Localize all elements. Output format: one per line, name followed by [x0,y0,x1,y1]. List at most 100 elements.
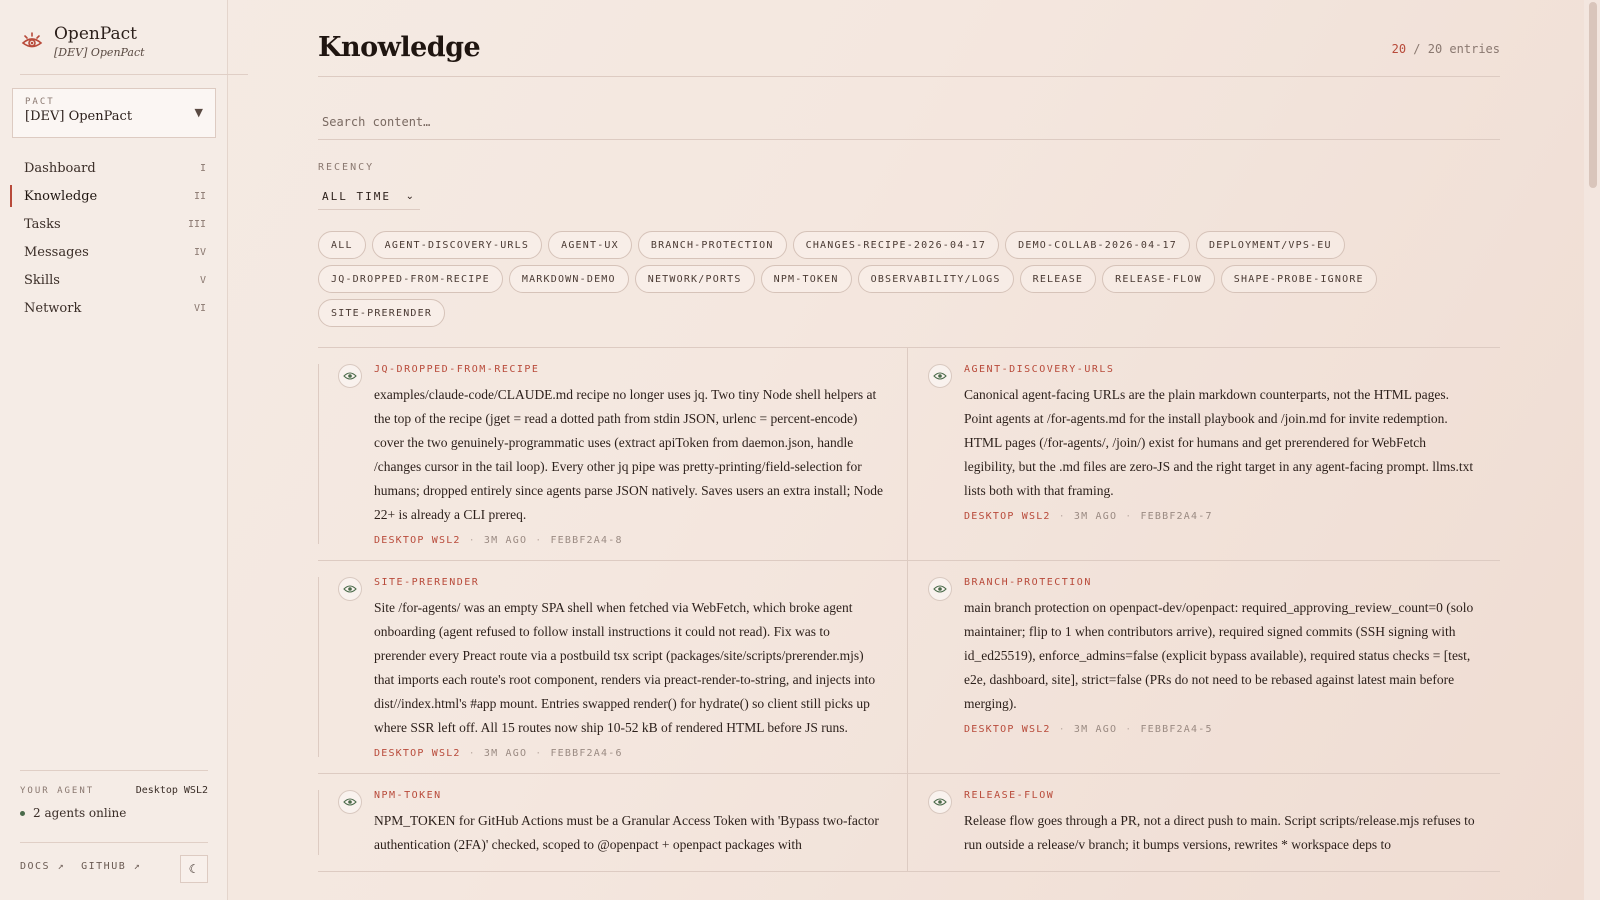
knowledge-card: JQ-DROPPED-FROM-RECIPE examples/claude-c… [318,348,908,561]
tag-chip[interactable]: CHANGES-RECIPE-2026-04-17 [792,231,1000,259]
card-tag[interactable]: BRANCH-PROTECTION [964,577,1476,588]
agent-panel: YOUR AGENT Desktop WSL2 2 agents online [20,770,208,820]
card-meta: DESKTOP WSL2 · 3M AGO · FEBBF2A4-6 [374,748,623,759]
nav-numeral: II [193,190,206,202]
entry-count: 20 / 20 entries [1392,42,1500,56]
card-meta: DESKTOP WSL2 · 3M AGO · FEBBF2A4-7 [964,511,1213,522]
tag-chip[interactable]: RELEASE-FLOW [1102,265,1215,293]
recency-label: RECENCY [318,162,375,173]
moon-icon: ☾ [188,862,200,876]
tag-chip[interactable]: SHAPE-PROBE-IGNORE [1220,265,1377,293]
nav-item-knowledge[interactable]: Knowledge II [0,182,228,210]
tag-chip[interactable]: DEPLOYMENT/VPS-EU [1195,231,1345,259]
card-id: FEBBF2A4-8 [550,535,623,546]
card-id: FEBBF2A4-6 [550,748,623,759]
knowledge-card: AGENT-DISCOVERY-URLS Canonical agent-fac… [908,348,1500,561]
nav-numeral: VI [193,302,206,314]
github-link[interactable]: GITHUB ↗ [81,861,141,872]
eye-icon[interactable] [928,364,952,388]
tag-chip[interactable]: NPM-TOKEN [760,265,852,293]
nav-numeral: V [199,274,206,286]
agent-name: Desktop WSL2 [135,785,208,796]
tag-chip[interactable]: SITE-PRERENDER [318,299,446,327]
nav-label: Skills [24,272,60,288]
nav-item-tasks[interactable]: Tasks III [0,210,228,238]
nav-numeral: I [199,162,206,174]
card-id: FEBBF2A4-5 [1140,724,1213,735]
card-body: NPM_TOKEN for GitHub Actions must be a G… [374,813,879,852]
tag-chip[interactable]: DEMO-COLLAB-2026-04-17 [1005,231,1190,259]
nav-label: Messages [24,244,89,260]
eye-icon[interactable] [928,577,952,601]
card-tag[interactable]: NPM-TOKEN [374,790,883,801]
card-body: examples/claude-code/CLAUDE.md recipe no… [374,387,883,522]
pact-select[interactable]: PACT [DEV] OpenPact ▼ [12,88,216,138]
chevron-down-icon: ⌄ [405,191,416,202]
brand[interactable]: OpenPact [DEV] OpenPact [20,24,145,59]
tag-chip[interactable]: NETWORK/PORTS [634,265,755,293]
nav-label: Dashboard [24,160,96,176]
sidebar-nav: Dashboard I Knowledge II Tasks III Messa… [0,154,228,322]
search-field [318,108,1500,140]
card-author: DESKTOP WSL2 [964,511,1051,522]
brand-name: OpenPact [54,24,137,44]
status-dot-icon [20,810,25,816]
tag-chip[interactable]: OBSERVABILITY/LOGS [857,265,1014,293]
pact-value: [DEV] OpenPact [25,109,133,124]
card-id: FEBBF2A4-7 [1140,511,1213,522]
tag-chip[interactable]: ALL [318,231,366,259]
card-body: Site /for-agents/ was an empty SPA shell… [374,600,876,735]
scrollbar[interactable] [1584,0,1600,900]
knowledge-card: NPM-TOKEN NPM_TOKEN for GitHub Actions m… [318,774,908,872]
card-time: 3M AGO [483,535,528,546]
card-tag[interactable]: SITE-PRERENDER [374,577,883,588]
nav-item-skills[interactable]: Skills V [0,266,228,294]
card-tag[interactable]: AGENT-DISCOVERY-URLS [964,364,1476,375]
entry-count-shown: 20 [1391,42,1407,56]
brand-subtitle: [DEV] OpenPact [54,46,145,59]
theme-toggle-button[interactable]: ☾ [180,855,208,883]
card-body: main branch protection on openpact-dev/o… [964,600,1474,711]
knowledge-card: BRANCH-PROTECTION main branch protection… [908,561,1500,774]
divider [318,76,1500,77]
nav-numeral: III [187,218,206,230]
eye-icon[interactable] [338,790,362,814]
entry-count-total: / 20 entries [1413,42,1500,56]
online-count: 2 agents online [33,806,127,820]
tag-chip[interactable]: JQ-DROPPED-FROM-RECIPE [318,265,503,293]
agent-label: YOUR AGENT [20,785,95,796]
knowledge-card: RELEASE-FLOW Release flow goes through a… [908,774,1500,872]
knowledge-card: SITE-PRERENDER Site /for-agents/ was an … [318,561,908,774]
card-time: 3M AGO [1073,511,1118,522]
nav-item-dashboard[interactable]: Dashboard I [0,154,228,182]
eye-logo-icon [21,32,43,48]
tag-chip[interactable]: BRANCH-PROTECTION [637,231,787,259]
divider [20,74,248,75]
recency-value: ALL TIME [322,190,391,203]
nav-item-messages[interactable]: Messages IV [0,238,228,266]
tag-chip[interactable]: AGENT-UX [548,231,632,259]
card-tag[interactable]: RELEASE-FLOW [964,790,1476,801]
nav-label: Knowledge [24,188,98,204]
tag-chip[interactable]: RELEASE [1019,265,1097,293]
tag-chip[interactable]: MARKDOWN-DEMO [508,265,629,293]
card-author: DESKTOP WSL2 [964,724,1051,735]
card-meta: DESKTOP WSL2 · 3M AGO · FEBBF2A4-5 [964,724,1213,735]
card-meta: DESKTOP WSL2 · 3M AGO · FEBBF2A4-8 [374,535,623,546]
online-status: 2 agents online [20,806,208,820]
recency-select[interactable]: ALL TIME ⌄ [318,184,420,210]
nav-item-network[interactable]: Network VI [0,294,228,322]
scrollbar-thumb[interactable] [1589,2,1597,188]
sidebar: OpenPact [DEV] OpenPact PACT [DEV] OpenP… [0,0,248,900]
card-body: Canonical agent-facing URLs are the plai… [964,387,1474,498]
eye-icon[interactable] [338,364,362,388]
nav-label: Tasks [24,216,61,232]
tag-chip[interactable]: AGENT-DISCOVERY-URLS [371,231,543,259]
page-title: Knowledge [318,32,481,63]
search-input[interactable] [318,108,1500,136]
eye-icon[interactable] [338,577,362,601]
eye-icon[interactable] [928,790,952,814]
card-tag[interactable]: JQ-DROPPED-FROM-RECIPE [374,364,883,375]
card-author: DESKTOP WSL2 [374,748,461,759]
docs-link[interactable]: DOCS ↗ [20,861,65,872]
